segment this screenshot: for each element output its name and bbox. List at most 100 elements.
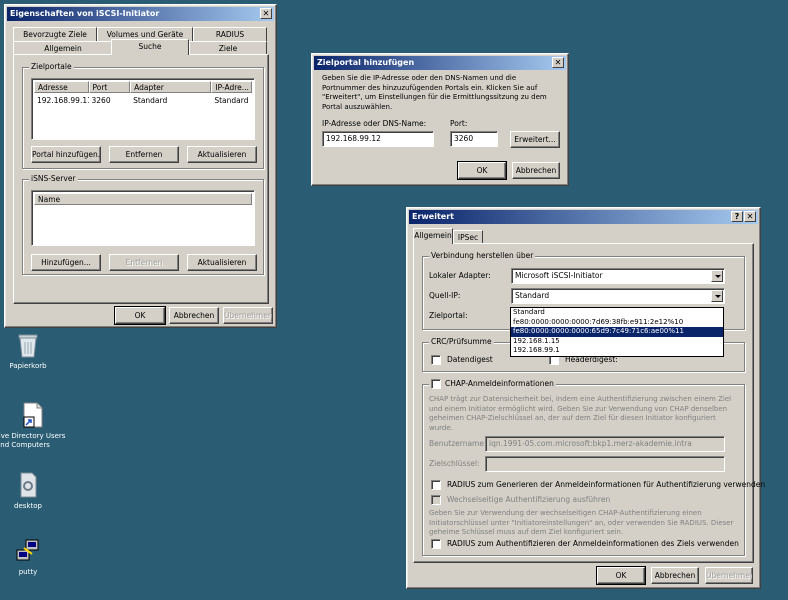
desktop-icon-putty[interactable]: putty [0, 538, 68, 577]
group-label: CRC/Prüfsumme [429, 337, 494, 347]
tab-general[interactable]: Allgemein [13, 41, 113, 55]
remove-portal-button[interactable]: Entfernen [109, 146, 179, 163]
remove-isns-button[interactable]: Entfernen [109, 254, 179, 271]
tab-targets[interactable]: Ziele [189, 41, 267, 55]
local-adapter-label: Lokaler Adapter: [429, 271, 491, 280]
isns-server-list[interactable]: Name [31, 190, 255, 246]
chap-label: CHAP-Anmeldeinformationen [445, 379, 554, 388]
ip-address-label: IP-Adresse oder DNS-Name: [322, 119, 427, 128]
cancel-button[interactable]: Abbrechen [169, 307, 219, 324]
description-text: Geben Sie die IP-Adresse oder den DNS-Na… [322, 74, 547, 111]
titlebar: Erweitert ? ✕ [409, 210, 758, 224]
desktop-icon-label: tive Directory Users and Computers [0, 432, 66, 449]
apply-button[interactable]: Übernehmen [705, 567, 753, 584]
desktop-icon-recycle-bin[interactable]: Papierkorb [0, 332, 68, 371]
port-input[interactable]: 3260 [450, 131, 498, 147]
advanced-dialog: Erweitert ? ✕ Allgemein IPSec Verbindung… [406, 207, 765, 589]
radius-generate-label: RADIUS zum Generieren der Anmeldeinforma… [447, 480, 766, 489]
titlebar: Eigenschaften von iSCSI-Initiator ✕ [7, 7, 274, 21]
titlebar: Zielportal hinzufügen ✕ [314, 56, 566, 70]
chevron-down-icon[interactable] [711, 270, 723, 282]
tab-preferred-targets[interactable]: Bevorzugte Ziele [13, 27, 97, 41]
group-label: Verbindung herstellen über [429, 251, 536, 261]
dropdown-option[interactable]: fe80:0000:0000:0000:7d69:38fb:e911:2e12%… [511, 318, 723, 328]
column-header[interactable]: Name [34, 193, 252, 205]
tab-radius[interactable]: RADIUS [193, 27, 267, 41]
chap-description: CHAP trägt zur Datensicherheit bei, inde… [429, 395, 732, 432]
iscsi-properties-window: Eigenschaften von iSCSI-Initiator ✕ Bevo… [4, 4, 277, 328]
ok-button[interactable]: OK [596, 566, 646, 585]
list-header: Name [34, 193, 252, 205]
mutual-auth-description: Geben Sie zur Verwendung der wechselseit… [429, 509, 734, 536]
desktop-icon-ad-users[interactable]: tive Directory Users and Computers [0, 402, 76, 450]
target-secret-input[interactable] [485, 456, 725, 472]
add-portal-button[interactable]: Portal hinzufügen... [31, 146, 101, 163]
recycle-bin-icon [16, 332, 40, 358]
add-portal-dialog: Zielportal hinzufügen ✕ Geben Sie die IP… [311, 53, 569, 186]
source-ip-dropdown-list[interactable]: Standard fe80:0000:0000:0000:7d69:38fb:e… [510, 307, 724, 357]
chap-checkbox-row[interactable]: CHAP-Anmeldeinformationen [429, 379, 556, 389]
target-portals-group: Zielportale Adresse Port Adapter IP-Adre… [22, 62, 264, 169]
local-adapter-select[interactable]: Microsoft iSCSI-Initiator [511, 268, 725, 284]
desktop-icon-desktop[interactable]: desktop [0, 472, 68, 511]
radius-generate-checkbox[interactable] [431, 480, 441, 490]
cancel-button[interactable]: Abbrechen [651, 567, 699, 584]
table-row[interactable]: 192.168.99.11 3260 Standard Standard [34, 95, 252, 106]
group-label: iSNS-Server [29, 174, 78, 184]
general-tab-panel: Verbindung herstellen über Lokaler Adapt… [413, 243, 765, 563]
cell-port: 3260 [91, 96, 111, 105]
ip-address-input[interactable]: 192.168.99.12 [322, 131, 434, 147]
datadigest-checkbox[interactable] [431, 355, 441, 365]
mutual-auth-checkbox[interactable] [431, 495, 441, 505]
gear-document-icon [16, 472, 40, 498]
port-label: Port: [450, 119, 468, 128]
shortcut-document-icon [21, 402, 45, 428]
chevron-down-icon[interactable] [711, 290, 723, 302]
cell-ip-address: Standard [214, 96, 249, 105]
close-button[interactable]: ✕ [260, 8, 272, 19]
ok-button[interactable]: OK [457, 161, 507, 180]
username-input[interactable]: iqn.1991-05.com.microsoft:bkp1.merz-akad… [485, 436, 725, 452]
column-header[interactable]: Adapter [130, 81, 212, 93]
source-ip-value: Standard [515, 291, 550, 300]
source-ip-select[interactable]: Standard [511, 288, 725, 304]
tab-general[interactable]: Allgemein [413, 228, 453, 244]
refresh-isns-button[interactable]: Aktualisieren [187, 254, 257, 271]
mutual-auth-label: Wechselseitige Authentifizierung ausführ… [447, 495, 611, 504]
chap-checkbox[interactable] [431, 379, 441, 389]
desktop-icon-label: desktop [14, 502, 42, 510]
dropdown-option[interactable]: 192.168.1.15 [511, 337, 723, 347]
column-header[interactable]: Port [88, 81, 131, 93]
discovery-tab-panel: Zielportale Adresse Port Adapter IP-Adre… [13, 54, 269, 304]
column-header[interactable]: Adresse [34, 81, 89, 93]
target-portals-list[interactable]: Adresse Port Adapter IP-Adre... 192.168.… [31, 78, 255, 140]
cancel-button[interactable]: Abbrechen [512, 162, 560, 179]
close-button[interactable]: ✕ [744, 211, 756, 222]
group-label: Zielportale [29, 62, 74, 72]
add-isns-button[interactable]: Hinzufügen... [31, 254, 101, 271]
dropdown-option[interactable]: Standard [511, 308, 723, 318]
window-title: Zielportal hinzufügen [317, 58, 415, 67]
cell-address: 192.168.99.11 [37, 96, 89, 105]
isns-server-group: iSNS-Server Name Hinzufügen... Entfernen… [22, 174, 264, 275]
dropdown-option[interactable]: 192.168.99.1 [511, 346, 723, 356]
desktop-icon-label: putty [18, 568, 38, 576]
cell-adapter: Standard [133, 96, 168, 105]
apply-button[interactable]: Übernehmen [223, 307, 273, 324]
list-header: Adresse Port Adapter IP-Adre... [34, 81, 252, 93]
desktop-icon-label: Papierkorb [9, 362, 47, 370]
dropdown-option-highlighted[interactable]: fe80:0000:0000:0000:65d9:7c49:71c6:ae00%… [511, 327, 723, 337]
close-button[interactable]: ✕ [552, 57, 564, 68]
help-button[interactable]: ? [731, 211, 743, 222]
datadigest-label: Datendigest [447, 355, 493, 364]
radius-target-checkbox[interactable] [431, 539, 441, 549]
local-adapter-value: Microsoft iSCSI-Initiator [515, 271, 603, 280]
tab-ipsec[interactable]: IPSec [453, 230, 483, 244]
target-secret-label: Zielschlüssel: [429, 459, 480, 468]
column-header[interactable]: IP-Adre... [211, 81, 252, 93]
ok-button[interactable]: OK [114, 306, 166, 325]
refresh-portals-button[interactable]: Aktualisieren [187, 146, 257, 163]
putty-icon [16, 538, 40, 564]
advanced-button[interactable]: Erweitert... [510, 131, 560, 148]
tab-discovery[interactable]: Suche [111, 39, 189, 55]
